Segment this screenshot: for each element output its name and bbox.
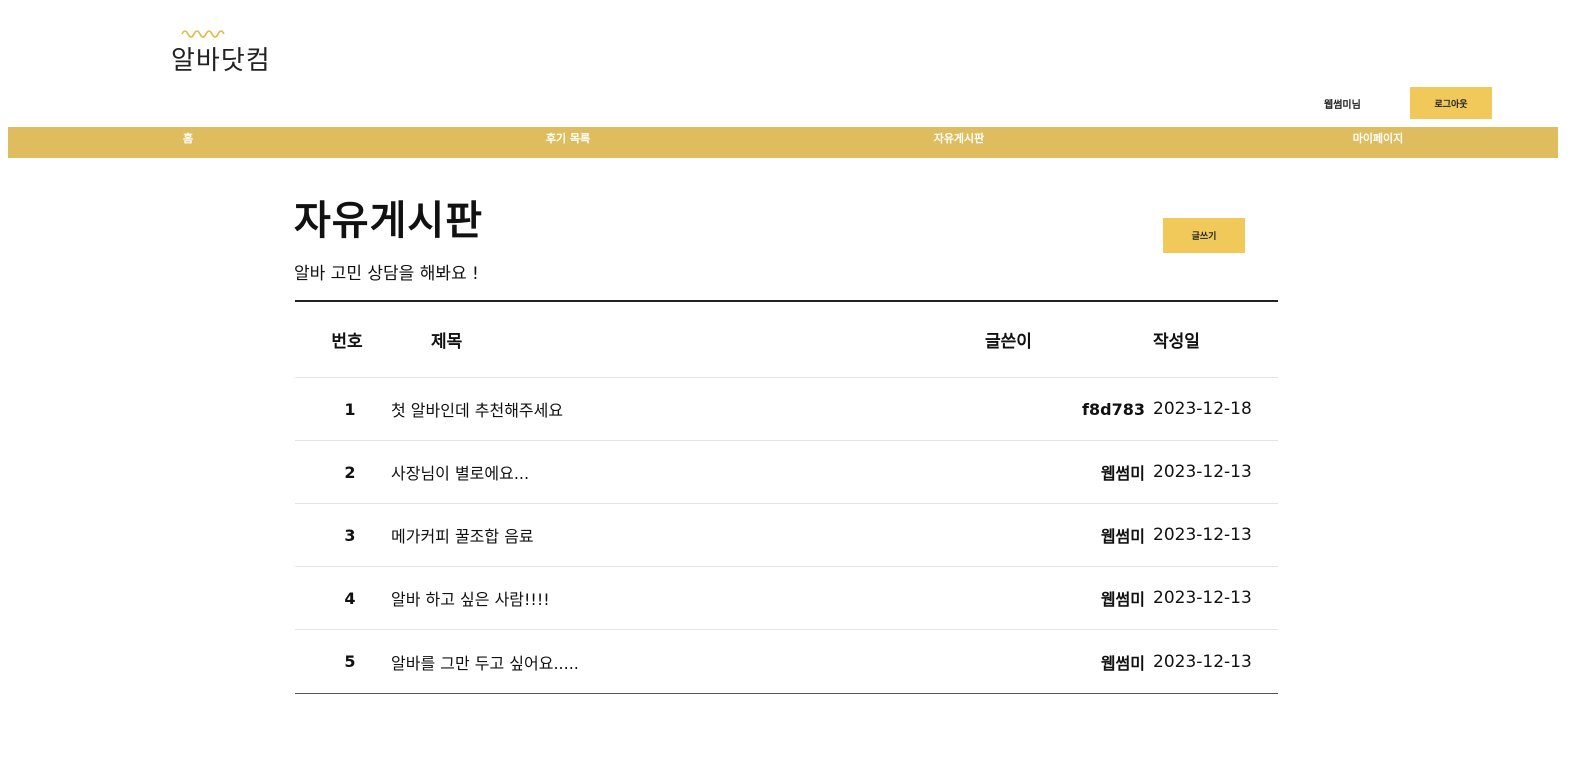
row-num: 5 <box>344 652 356 671</box>
header-date: 작성일 <box>1153 332 1200 352</box>
row-num: 3 <box>344 525 356 545</box>
user-area: 웹썸미님 로그아웃 <box>1300 86 1492 120</box>
row-date: 2023-12-13 <box>1153 462 1252 482</box>
row-date: 2023-12-18 <box>1153 399 1252 419</box>
table-row[interactable]: 4 알바 하고 싶은 사람!!!! 웹썸미 2023-12-13 <box>295 567 1278 630</box>
wave-logo-mark <box>181 30 225 38</box>
page: 알바닷컴 웹썸미님 로그아웃 홈 후기 목록 자유게시판 마이페이지 자유게시판… <box>0 0 1578 778</box>
row-date: 2023-12-13 <box>1153 525 1252 545</box>
logo-text: 알바닷컴 <box>171 46 271 76</box>
page-title: 자유게시판 <box>294 198 483 244</box>
row-title-link[interactable]: 알바를 그만 두고 싶어요..... <box>391 630 951 693</box>
row-num: 2 <box>344 462 356 482</box>
row-author: f8d783 <box>1082 399 1145 419</box>
row-author: 웹썸미 <box>1100 464 1145 483</box>
row-title-link[interactable]: 알바 하고 싶은 사람!!!! <box>391 567 951 629</box>
page-subtitle: 알바 고민 상담을 해봐요 ! <box>294 264 479 284</box>
row-author: 웹썸미 <box>1100 653 1145 673</box>
row-author: 웹썸미 <box>1100 527 1145 546</box>
user-name: 웹썸미님 <box>1324 99 1361 111</box>
table-row[interactable]: 2 사장님이 별로에요... 웹썸미 2023-12-13 <box>295 441 1278 504</box>
row-date: 2023-12-13 <box>1153 588 1252 608</box>
logout-button[interactable]: 로그아웃 <box>1410 87 1492 119</box>
table-row[interactable]: 1 첫 알바인데 추천해주세요 f8d783 2023-12-18 <box>295 378 1278 441</box>
row-title-link[interactable]: 메가커피 꿀조합 음료 <box>391 504 951 566</box>
row-date: 2023-12-13 <box>1153 651 1252 672</box>
nav-item-free-board[interactable]: 자유게시판 <box>934 127 985 158</box>
table-row[interactable]: 3 메가커피 꿀조합 음료 웹썸미 2023-12-13 <box>295 504 1278 567</box>
row-title-link[interactable]: 첫 알바인데 추천해주세요 <box>391 378 951 440</box>
nav-item-home[interactable]: 홈 <box>183 127 193 158</box>
header-title: 제목 <box>431 332 463 352</box>
row-num: 1 <box>344 399 356 419</box>
main-nav: 홈 후기 목록 자유게시판 마이페이지 <box>8 127 1558 158</box>
site-logo[interactable]: 알바닷컴 <box>171 26 321 96</box>
nav-item-mypage[interactable]: 마이페이지 <box>1353 127 1404 158</box>
header-author: 글쓴이 <box>985 332 1032 352</box>
row-num: 4 <box>344 588 356 608</box>
header-num: 번호 <box>331 332 363 352</box>
table-header: 번호 제목 글쓴이 작성일 <box>295 302 1278 378</box>
row-author: 웹썸미 <box>1100 590 1145 609</box>
row-title-link[interactable]: 사장님이 별로에요... <box>391 441 951 503</box>
nav-item-reviews[interactable]: 후기 목록 <box>546 127 590 158</box>
table-row[interactable]: 5 알바를 그만 두고 싶어요..... 웹썸미 2023-12-13 <box>295 630 1278 693</box>
write-post-button[interactable]: 글쓰기 <box>1163 218 1245 253</box>
post-table: 번호 제목 글쓴이 작성일 1 첫 알바인데 추천해주세요 f8d783 202… <box>295 300 1278 694</box>
